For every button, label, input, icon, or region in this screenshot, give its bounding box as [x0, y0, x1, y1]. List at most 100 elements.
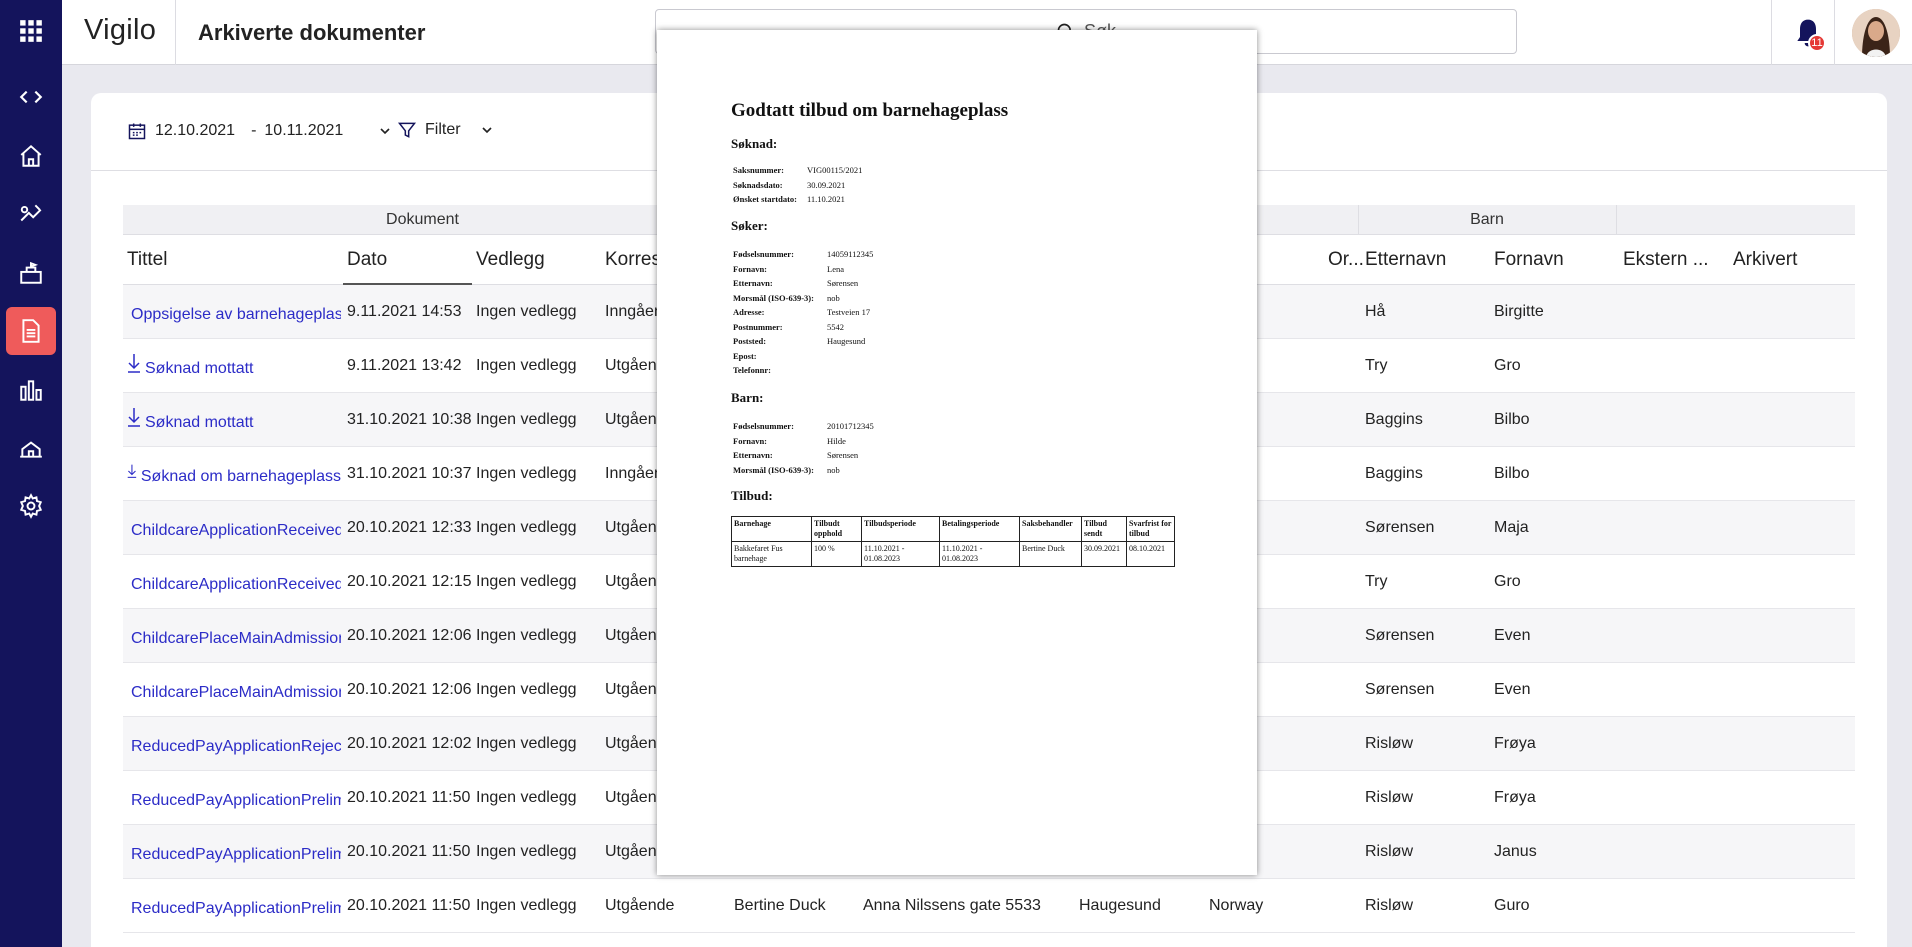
- download-icon[interactable]: [127, 353, 141, 373]
- column-header-country[interactable]: Or...: [1324, 235, 1364, 285]
- document-link[interactable]: ChildcarePlaceMainAdmission: [131, 630, 341, 648]
- preview-field-key: Fødselsnummer:: [733, 249, 794, 259]
- cell-title[interactable]: ReducedPayApplicationPreliminary: [123, 771, 341, 825]
- document-link[interactable]: ReducedPayApplicationPreliminary: [131, 792, 341, 810]
- user-avatar[interactable]: [1852, 9, 1900, 57]
- column-header-last-name[interactable]: Etternavn: [1361, 235, 1446, 285]
- cell-title[interactable]: Søknad om barnehageplass: [123, 447, 341, 501]
- sidebar-item-home[interactable]: [6, 132, 56, 180]
- preview-field-value: Lena: [827, 263, 844, 274]
- preview-field-value: 20101712345: [827, 421, 874, 431]
- preview-field-key: Etternavn:: [733, 450, 773, 460]
- sidebar-item-kindergarten[interactable]: [6, 424, 56, 472]
- download-icon[interactable]: [127, 461, 137, 481]
- cell-text: Ingen vedlegg: [476, 465, 577, 482]
- cell-date: 20.10.2021 12:33: [343, 501, 471, 555]
- preview-field-key: Fornavn:: [733, 263, 767, 274]
- sidebar: [0, 0, 62, 947]
- cell-attachments: Ingen vedlegg: [472, 771, 600, 825]
- preview-field: Epost:: [733, 349, 873, 364]
- cell-title[interactable]: ReducedPayApplicationPreliminary: [123, 879, 341, 933]
- cell-text: Bertine Duck: [734, 897, 826, 914]
- preview-field: Etternavn: Sørensen: [733, 448, 874, 463]
- preview-heading-offer: Tilbud:: [731, 488, 773, 503]
- cell-last-name: Risløw: [1361, 771, 1489, 825]
- document-link[interactable]: ReducedPayApplicationRejected: [131, 738, 341, 756]
- cell-date: 20.10.2021 12:15: [343, 555, 471, 609]
- column-header-first-name[interactable]: Fornavn: [1490, 235, 1564, 285]
- cell-title[interactable]: Søknad mottatt: [123, 339, 341, 393]
- document-link[interactable]: Søknad om barnehageplass: [141, 468, 341, 486]
- preview-application-fields: Saksnummer: VIG00115/2021 Søknadsdato: 30.0…: [733, 163, 862, 207]
- sidebar-item-school[interactable]: [6, 249, 56, 297]
- column-header-title[interactable]: Tittel: [123, 235, 167, 285]
- cell-text: Ingen vedlegg: [476, 681, 577, 698]
- preview-offer-header: Barnehage: [731, 516, 812, 542]
- cell-text: Ingen vedlegg: [476, 573, 577, 590]
- column-header-attachments[interactable]: Vedlegg: [472, 235, 545, 285]
- document-link[interactable]: ChildcareApplicationReceived: [131, 522, 341, 540]
- sidebar-item-code[interactable]: [6, 73, 56, 121]
- cell-text: Utgående: [605, 897, 675, 914]
- preview-field-value: Sørensen: [827, 278, 859, 288]
- cell-date: 9.11.2021 13:42: [343, 339, 471, 393]
- sidebar-item-tools[interactable]: [6, 190, 56, 238]
- document-link[interactable]: ChildcarePlaceMainAdmission: [131, 684, 341, 702]
- sidebar-item-settings[interactable]: [6, 482, 56, 530]
- cell-attachments: Ingen vedlegg: [472, 501, 600, 555]
- column-header-external[interactable]: Ekstern ...: [1619, 235, 1709, 285]
- home-icon: [20, 144, 42, 167]
- document-link[interactable]: Søknad mottatt: [145, 414, 254, 432]
- cell-text: Baggins: [1365, 411, 1423, 428]
- document-link[interactable]: Søknad mottatt: [145, 360, 254, 378]
- preview-offer-header: Saksbehandler: [1019, 516, 1082, 542]
- document-link[interactable]: ChildcareApplicationReceived: [131, 576, 341, 594]
- preview-field-value: Testveien 17: [827, 307, 871, 317]
- preview-field-key: Fornavn:: [733, 435, 767, 446]
- cell-text: Risløw: [1365, 735, 1413, 752]
- cell-text: 20.10.2021 12:33: [347, 519, 471, 536]
- cell-title[interactable]: Søknad mottatt: [123, 393, 341, 447]
- cell-attachments: Ingen vedlegg: [472, 609, 600, 663]
- cell-title[interactable]: ReducedPayApplicationPreliminary: [123, 825, 341, 879]
- filter-button[interactable]: Filter: [397, 120, 495, 140]
- cell-last-name: Try: [1361, 339, 1489, 393]
- table-row[interactable]: ReducedPayApplicationPreliminary 20.10.20…: [123, 879, 1855, 933]
- preview-field-key: Epost:: [733, 350, 757, 361]
- document-preview[interactable]: Godtatt tilbud om barnehageplass Søknad:…: [657, 30, 1257, 875]
- cell-first-name: Even: [1490, 609, 1618, 663]
- cell-title[interactable]: ChildcarePlaceMainAdmission: [123, 609, 341, 663]
- cell-date: 20.10.2021 12:06: [343, 663, 471, 717]
- date-range-picker[interactable]: 12.10.2021 - 10.11.2021: [127, 121, 393, 141]
- preview-field: Telefonnr:: [733, 363, 873, 378]
- cell-text: 20.10.2021 12:06: [347, 627, 471, 644]
- cell-first-name: Frøya: [1490, 771, 1618, 825]
- preview-field-key: Postnummer:: [733, 321, 783, 332]
- document-link[interactable]: ReducedPayApplicationPreliminary: [131, 900, 341, 918]
- preview-offer-header: Svarfrist for tilbud: [1126, 516, 1175, 542]
- preview-field-value: VIG00115/2021: [807, 165, 863, 175]
- cell-first-name: Frøya: [1490, 717, 1618, 771]
- column-header-date[interactable]: Dato: [343, 235, 473, 286]
- column-header-correspondence[interactable]: Korres: [601, 235, 661, 285]
- cell-text: 20.10.2021 11:50: [347, 843, 471, 860]
- apps-grid-button[interactable]: [6, 7, 56, 55]
- column-header-archived[interactable]: Arkivert: [1729, 235, 1797, 285]
- cell-title[interactable]: Oppsigelse av barnehageplass: [123, 285, 341, 339]
- cell-title[interactable]: ChildcareApplicationReceived: [123, 501, 341, 555]
- preview-field: Fornavn: Hilde: [733, 434, 874, 449]
- sidebar-item-statistics[interactable]: [6, 366, 56, 414]
- sidebar-item-documents[interactable]: [6, 307, 56, 355]
- cell-text: Ingen vedlegg: [476, 735, 577, 752]
- preview-offer-header: Tilbudt opphold: [811, 516, 862, 542]
- document-link[interactable]: Oppsigelse av barnehageplass: [131, 306, 341, 324]
- cell-first-name: Gro: [1490, 555, 1618, 609]
- cell-title[interactable]: ChildcareApplicationReceived: [123, 555, 341, 609]
- document-icon: [22, 319, 40, 343]
- cell-title[interactable]: ReducedPayApplicationRejected: [123, 717, 341, 771]
- document-link[interactable]: ReducedPayApplicationPreliminary: [131, 846, 341, 864]
- cell-title[interactable]: ChildcarePlaceMainAdmission: [123, 663, 341, 717]
- download-icon[interactable]: [127, 407, 141, 427]
- app-logo[interactable]: Vigilo: [84, 14, 156, 47]
- code-icon: [19, 90, 43, 104]
